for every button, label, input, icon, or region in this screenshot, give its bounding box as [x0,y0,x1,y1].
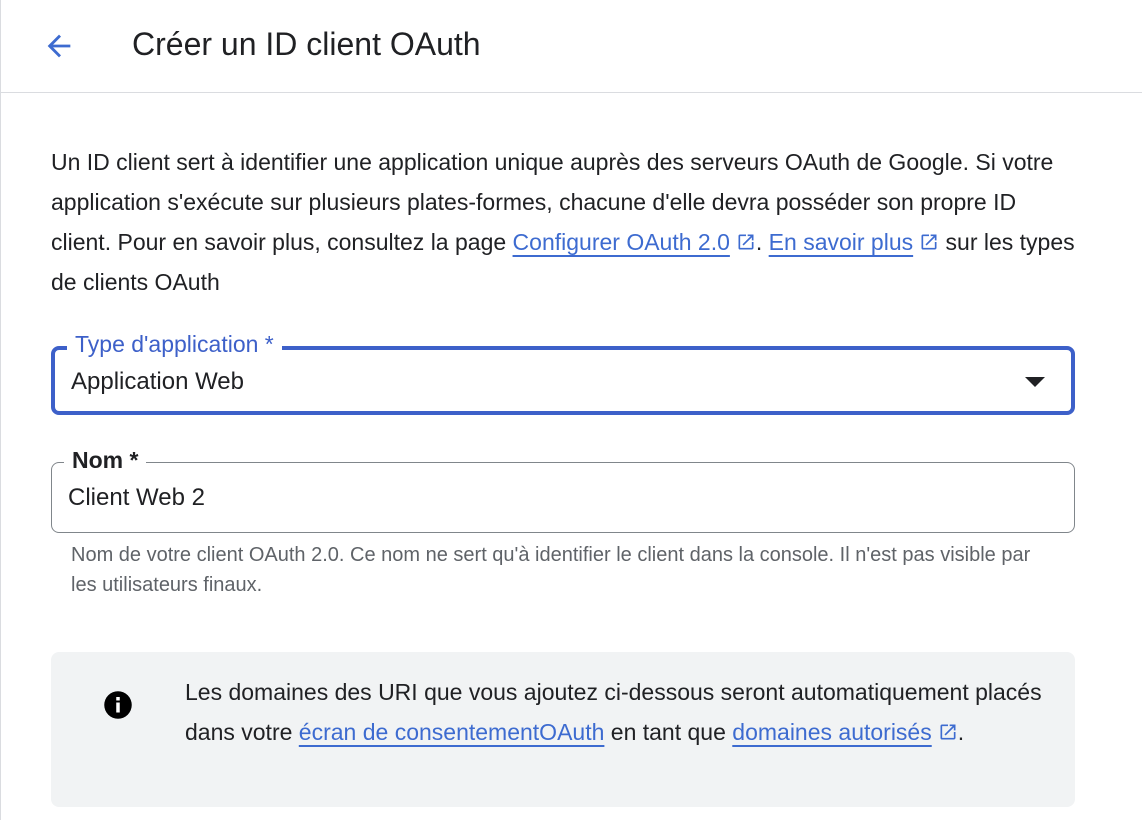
info-banner: Les domaines des URI que vous ajoutez ci… [51,652,1075,807]
page-title: Créer un ID client OAuth [132,26,481,62]
app-type-value: Application Web [71,368,244,395]
intro-separator: . [755,229,769,255]
configure-oauth-link[interactable]: Configurer OAuth 2.0 [513,229,730,255]
back-button[interactable] [33,24,85,68]
consent-screen-link[interactable]: écran de consentementOAuth [299,719,605,745]
name-field[interactable]: Nom * Client Web 2 [51,447,1075,533]
learn-more-link[interactable]: En savoir plus [769,229,913,255]
name-helper-text: Nom de votre client OAuth 2.0. Ce nom ne… [71,544,1031,596]
external-link-icon [921,234,937,250]
page: Créer un ID client OAuth Un ID client se… [0,0,1142,820]
info-banner-text: Les domaines des URI que vous ajoutez ci… [185,672,1055,752]
arrow-back-icon [47,34,71,58]
name-label: Nom * [64,447,147,473]
app-type-label: Type d'application * [67,331,282,357]
external-link-icon [738,234,754,250]
dropdown-arrow-icon [1025,377,1045,387]
info-text-middle: en tant que [604,719,733,745]
info-icon [104,691,132,719]
page-header: Créer un ID client OAuth [1,0,1142,93]
external-link-icon [940,724,956,740]
intro-paragraph: Un ID client sert à identifier une appli… [51,142,1081,302]
name-value: Client Web 2 [68,484,205,511]
authorized-domains-link[interactable]: domaines autorisés [732,719,931,745]
info-text-end: . [957,719,965,745]
app-type-select[interactable]: Type d'application * Application Web [51,331,1075,415]
